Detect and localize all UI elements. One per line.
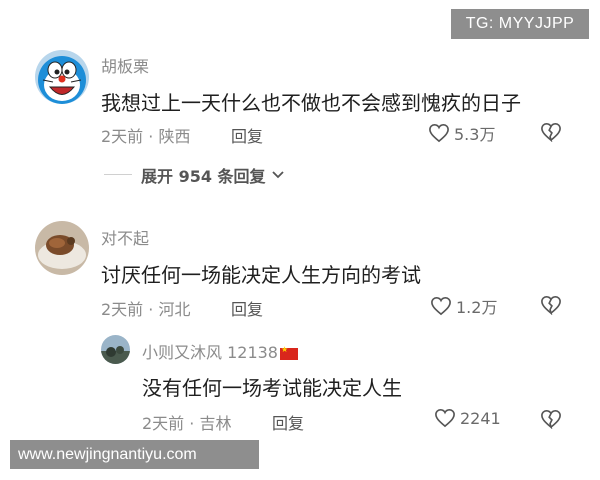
avatar[interactable] xyxy=(35,50,89,104)
avatar[interactable] xyxy=(35,221,89,275)
username[interactable]: 胡板栗 xyxy=(101,53,149,77)
broken-heart-icon xyxy=(541,409,561,430)
watermark-bottom: www.newjingnantiyu.com xyxy=(10,440,259,469)
dislike-button[interactable] xyxy=(540,409,562,433)
food-avatar-icon xyxy=(35,221,89,275)
chevron-down-icon xyxy=(271,171,284,179)
expand-replies-label: 展开 954 条回复 xyxy=(141,167,266,186)
divider xyxy=(104,174,132,175)
dislike-button[interactable] xyxy=(540,122,562,146)
broken-heart-icon xyxy=(541,122,561,143)
broken-heart-icon xyxy=(541,295,561,316)
comment-text: 讨厌任何一场能决定人生方向的考试 xyxy=(101,263,421,287)
heart-outline-icon xyxy=(429,123,449,143)
doraemon-avatar-icon xyxy=(35,50,89,104)
reply-button[interactable]: 回复 xyxy=(272,410,304,434)
username[interactable]: 小则又沐风 12138 xyxy=(142,339,298,363)
expand-replies-button[interactable]: 展开 954 条回复 xyxy=(141,163,284,187)
heart-outline-icon xyxy=(431,296,451,316)
watermark-top: TG: MYYJJPP xyxy=(451,9,589,39)
like-count: 2241 xyxy=(460,408,501,428)
comment-text: 我想过上一天什么也不做也不会感到愧疚的日子 xyxy=(101,91,521,115)
dislike-button[interactable] xyxy=(540,295,562,319)
reply-button[interactable]: 回复 xyxy=(231,123,263,147)
like-count: 5.3万 xyxy=(454,125,496,144)
like-button[interactable]: 1.2万 xyxy=(430,294,497,318)
avatar[interactable] xyxy=(101,335,130,364)
like-count: 1.2万 xyxy=(456,298,498,317)
reply-button[interactable]: 回复 xyxy=(231,296,263,320)
comment-time-location: 2天前 · 河北 xyxy=(101,300,191,319)
like-button[interactable]: 5.3万 xyxy=(428,121,495,145)
like-button[interactable]: 2241 xyxy=(434,408,501,428)
reply-text: 没有任何一场考试能决定人生 xyxy=(142,376,402,400)
reply-time-location: 2天前 · 吉林 xyxy=(142,414,232,433)
reply-username: 小则又沐风 12138 xyxy=(142,343,278,362)
china-flag-icon xyxy=(280,345,298,360)
landscape-avatar-icon xyxy=(101,335,130,364)
heart-outline-icon xyxy=(435,408,455,428)
comment-time-location: 2天前 · 陕西 xyxy=(101,127,191,146)
username[interactable]: 对不起 xyxy=(101,225,149,249)
